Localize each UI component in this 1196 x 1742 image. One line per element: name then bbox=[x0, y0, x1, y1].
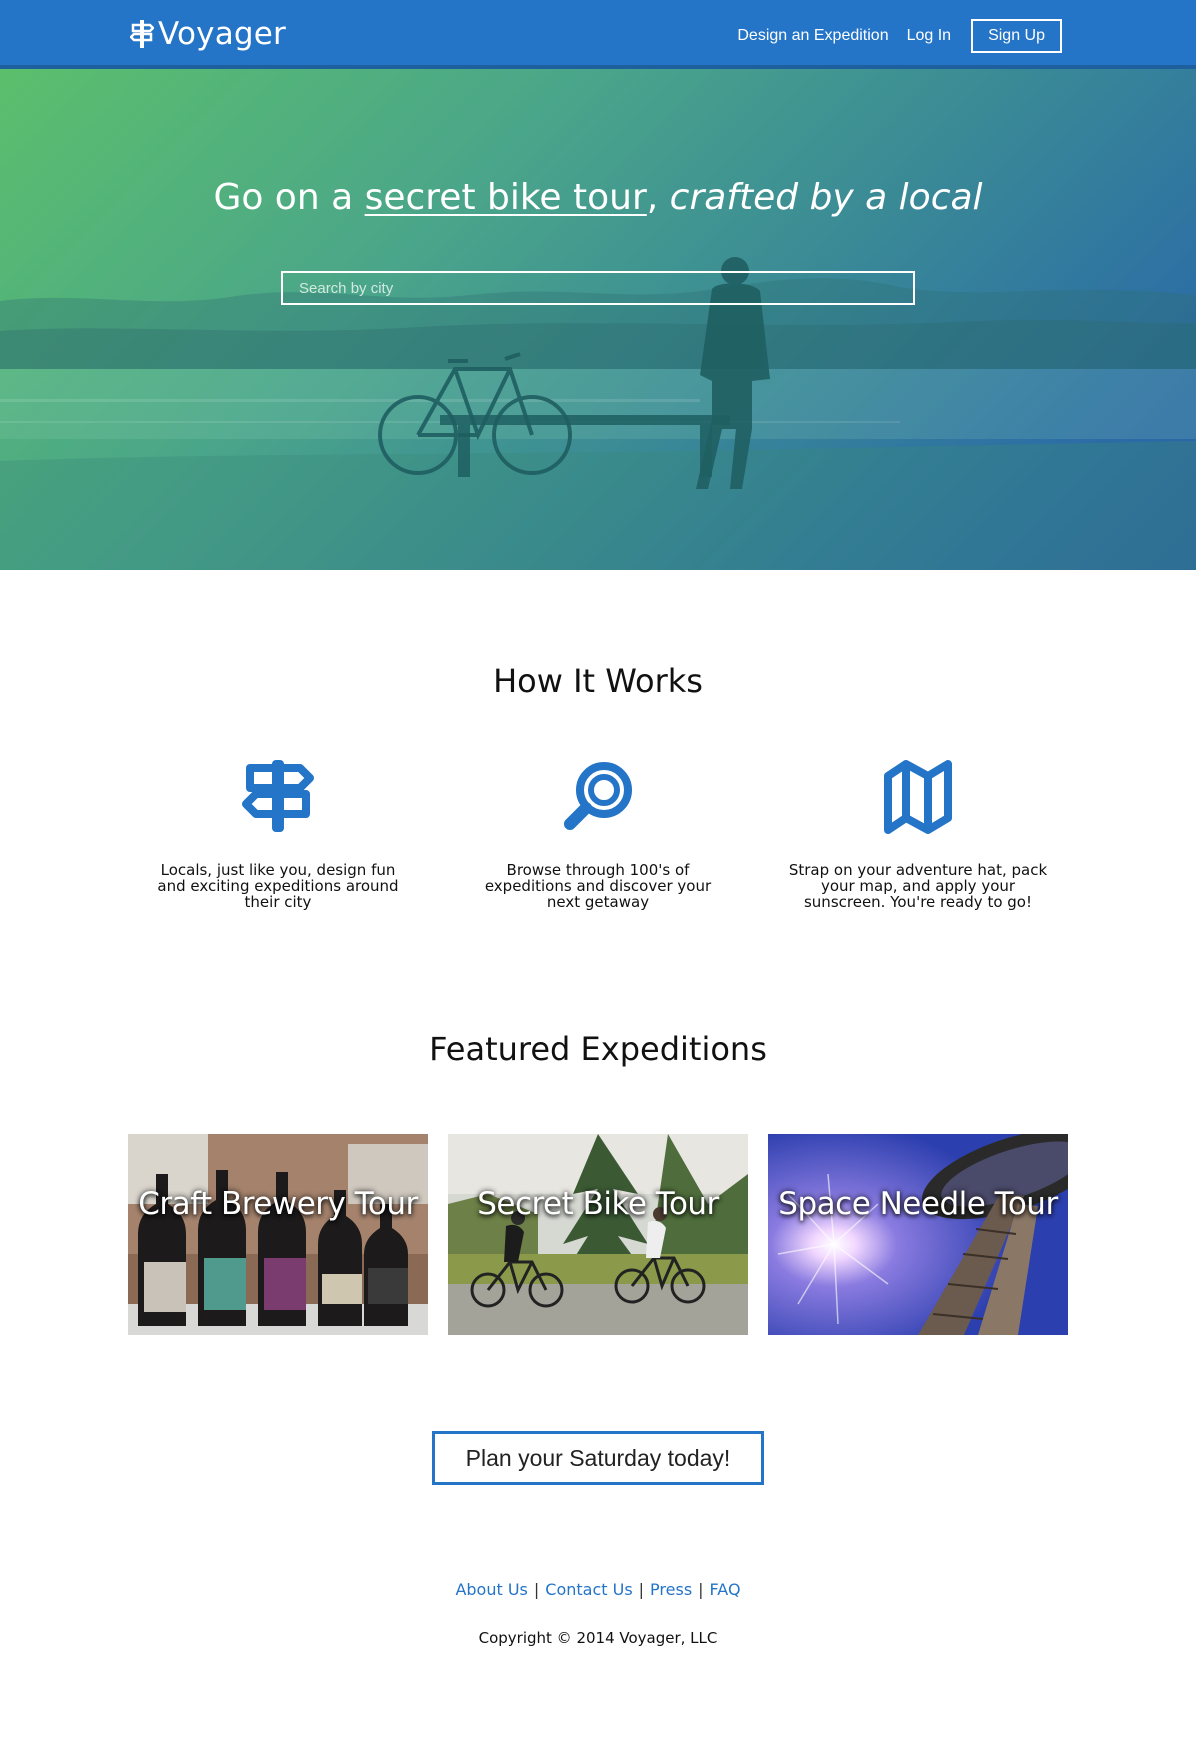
footer-separator: | bbox=[698, 1580, 704, 1599]
hero-background-image bbox=[0, 257, 1196, 570]
card-title: Craft Brewery Tour bbox=[138, 1186, 418, 1222]
step-description: Strap on your adventure hat, pack your m… bbox=[788, 861, 1048, 911]
signpost-icon bbox=[242, 760, 314, 832]
plan-saturday-button[interactable]: Plan your Saturday today! bbox=[432, 1431, 764, 1485]
bike-tour-photo bbox=[448, 1134, 748, 1335]
footer-press-link[interactable]: Press bbox=[650, 1580, 692, 1599]
expedition-card-brewery[interactable]: Craft Brewery Tour bbox=[128, 1134, 428, 1335]
how-it-works-step: Locals, just like you, design fun and ex… bbox=[148, 756, 408, 910]
signup-button[interactable]: Sign Up bbox=[971, 19, 1062, 53]
footer-faq-link[interactable]: FAQ bbox=[710, 1580, 741, 1599]
hero-headline-italic: crafted by a local bbox=[669, 177, 983, 218]
step-description: Locals, just like you, design fun and ex… bbox=[157, 861, 399, 911]
hero-headline-comma: , bbox=[646, 177, 670, 218]
top-navbar: Voyager Design an Expedition Log In Sign… bbox=[0, 0, 1196, 69]
hero-headline-text: Go on a bbox=[213, 177, 365, 218]
step-description: Browse through 100's of expeditions and … bbox=[484, 861, 712, 911]
nav-design-expedition-link[interactable]: Design an Expedition bbox=[737, 27, 888, 45]
brand-logo[interactable]: Voyager bbox=[130, 16, 286, 52]
hero-headline-link[interactable]: secret bike tour bbox=[365, 177, 647, 218]
city-search-input[interactable] bbox=[281, 271, 915, 305]
nav-login-link[interactable]: Log In bbox=[907, 27, 951, 45]
space-needle-photo bbox=[768, 1134, 1068, 1335]
map-icon bbox=[884, 760, 952, 834]
magnifier-icon bbox=[564, 762, 632, 830]
footer-contact-link[interactable]: Contact Us bbox=[545, 1580, 632, 1599]
expedition-card-bike[interactable]: Secret Bike Tour bbox=[448, 1134, 748, 1335]
how-it-works-step: Strap on your adventure hat, pack your m… bbox=[788, 756, 1048, 910]
how-it-works-step: Browse through 100's of expeditions and … bbox=[468, 756, 728, 910]
brand-name: Voyager bbox=[158, 16, 287, 52]
footer-about-link[interactable]: About Us bbox=[455, 1580, 527, 1599]
brewery-photo bbox=[128, 1134, 428, 1335]
hero-banner: Go on a secret bike tour, crafted by a l… bbox=[0, 69, 1196, 570]
footer-separator: | bbox=[638, 1580, 645, 1599]
nav-links: Design an Expedition Log In Sign Up bbox=[719, 19, 1062, 53]
footer-separator: | bbox=[533, 1580, 540, 1599]
copyright-text: Copyright © 2014 Voyager, LLC bbox=[478, 1629, 718, 1647]
featured-expeditions-title: Featured Expeditions bbox=[429, 1030, 767, 1068]
card-title: Space Needle Tour bbox=[778, 1186, 1058, 1222]
footer-links: About Us | Contact Us | Press | FAQ bbox=[0, 1580, 1196, 1599]
expedition-card-space-needle[interactable]: Space Needle Tour bbox=[768, 1134, 1068, 1335]
card-title: Secret Bike Tour bbox=[477, 1186, 719, 1222]
signpost-icon bbox=[130, 20, 154, 48]
how-it-works-title: How It Works bbox=[493, 662, 703, 700]
hero-headline: Go on a secret bike tour, crafted by a l… bbox=[0, 177, 1196, 218]
